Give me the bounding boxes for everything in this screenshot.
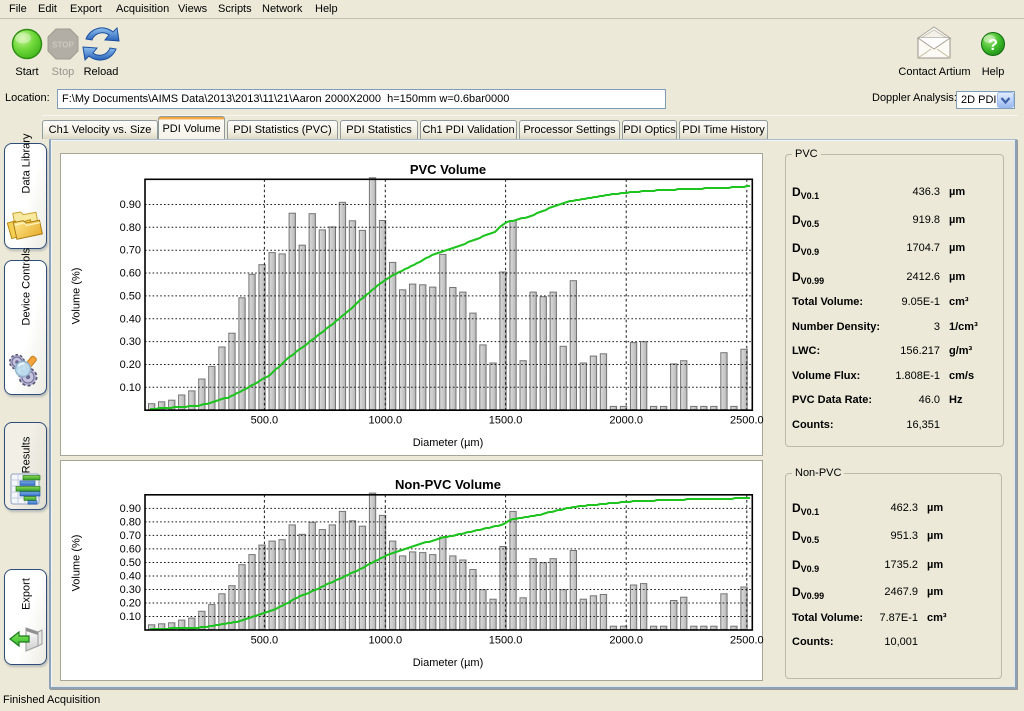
svg-text:1500.0: 1500.0 <box>489 415 523 427</box>
svg-text:0.70: 0.70 <box>120 245 141 257</box>
svg-text:0.60: 0.60 <box>120 268 141 280</box>
svg-text:2000.0: 2000.0 <box>609 415 643 427</box>
svg-text:2500.0: 2500.0 <box>730 635 764 647</box>
svg-text:2500.0: 2500.0 <box>730 415 764 427</box>
svg-text:500.0: 500.0 <box>251 415 279 427</box>
svg-text:0.10: 0.10 <box>120 611 141 623</box>
svg-text:2000.0: 2000.0 <box>609 635 643 647</box>
svg-text:?: ? <box>988 37 998 54</box>
svg-text:1000.0: 1000.0 <box>368 415 402 427</box>
svg-text:0.50: 0.50 <box>120 557 141 569</box>
svg-text:0.20: 0.20 <box>120 359 141 371</box>
svg-text:0.90: 0.90 <box>120 503 141 515</box>
svg-text:0.20: 0.20 <box>120 598 141 610</box>
svg-text:0.30: 0.30 <box>120 584 141 596</box>
svg-text:0.40: 0.40 <box>120 313 141 325</box>
svg-text:0.50: 0.50 <box>120 290 141 302</box>
svg-text:0.60: 0.60 <box>120 543 141 555</box>
svg-text:0.90: 0.90 <box>120 199 141 211</box>
svg-text:1000.0: 1000.0 <box>368 635 402 647</box>
svg-text:0.70: 0.70 <box>120 530 141 542</box>
svg-text:1500.0: 1500.0 <box>489 635 523 647</box>
svg-text:0.80: 0.80 <box>120 516 141 528</box>
svg-text:STOP: STOP <box>52 41 74 50</box>
svg-text:0.10: 0.10 <box>120 382 141 394</box>
svg-text:0.40: 0.40 <box>120 571 141 583</box>
svg-text:0.80: 0.80 <box>120 222 141 234</box>
svg-text:0.30: 0.30 <box>120 336 141 348</box>
svg-text:500.0: 500.0 <box>251 635 279 647</box>
